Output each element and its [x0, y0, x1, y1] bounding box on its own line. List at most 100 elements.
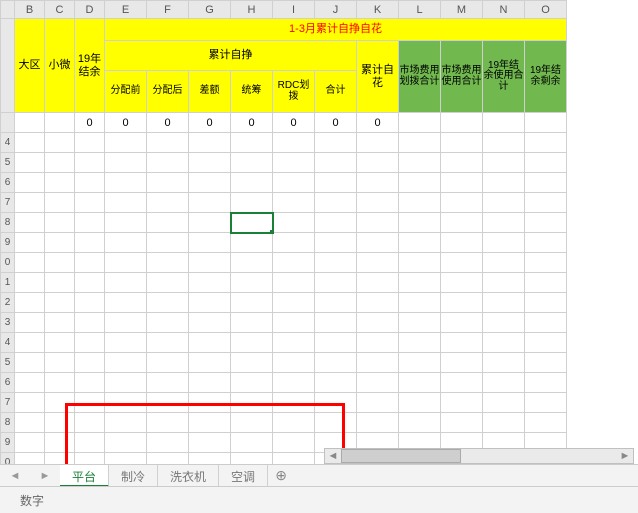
cell[interactable]	[15, 153, 45, 173]
scroll-right-icon[interactable]: ►	[617, 450, 633, 462]
col-header[interactable]: I	[273, 1, 315, 19]
cell[interactable]	[15, 253, 45, 273]
cell[interactable]	[105, 173, 147, 193]
cell[interactable]	[525, 153, 567, 173]
cell[interactable]	[231, 293, 273, 313]
cell[interactable]	[189, 213, 231, 233]
cell[interactable]	[483, 253, 525, 273]
cell[interactable]	[483, 353, 525, 373]
row-header[interactable]: 1	[1, 273, 15, 293]
tab-nav-next-icon[interactable]: ►	[40, 470, 51, 482]
cell[interactable]	[525, 173, 567, 193]
cell[interactable]	[483, 393, 525, 413]
cell[interactable]	[15, 373, 45, 393]
cell[interactable]	[483, 413, 525, 433]
cell[interactable]	[45, 353, 75, 373]
col-header[interactable]: J	[315, 1, 357, 19]
cell[interactable]	[75, 153, 105, 173]
cell[interactable]	[75, 253, 105, 273]
cell[interactable]	[105, 413, 147, 433]
cell[interactable]	[315, 373, 357, 393]
cell[interactable]	[273, 393, 315, 413]
cell[interactable]	[15, 113, 45, 133]
row-header[interactable]: 7	[1, 393, 15, 413]
cell[interactable]	[441, 173, 483, 193]
cell[interactable]	[483, 113, 525, 133]
cell[interactable]	[15, 193, 45, 213]
cell[interactable]	[399, 173, 441, 193]
row-header[interactable]	[1, 19, 15, 113]
cell[interactable]	[357, 193, 399, 213]
cell[interactable]	[273, 233, 315, 253]
sheet-tab-zhileng[interactable]: 制冷	[109, 465, 158, 486]
cell[interactable]	[357, 153, 399, 173]
cell-value[interactable]: 0	[105, 113, 147, 133]
cell[interactable]	[189, 173, 231, 193]
col-header[interactable]: H	[231, 1, 273, 19]
cell[interactable]	[231, 233, 273, 253]
cell[interactable]	[105, 333, 147, 353]
col-header[interactable]: B	[15, 1, 45, 19]
cell[interactable]	[231, 353, 273, 373]
col-header[interactable]: N	[483, 1, 525, 19]
col-header[interactable]: K	[357, 1, 399, 19]
cell[interactable]	[147, 433, 189, 453]
cell[interactable]	[441, 213, 483, 233]
cell[interactable]	[45, 313, 75, 333]
cell[interactable]	[147, 313, 189, 333]
cell[interactable]	[45, 173, 75, 193]
cell[interactable]	[45, 413, 75, 433]
cell[interactable]	[189, 373, 231, 393]
cell[interactable]	[441, 193, 483, 213]
cell[interactable]	[441, 153, 483, 173]
cell[interactable]	[75, 233, 105, 253]
cell[interactable]	[147, 233, 189, 253]
cell[interactable]	[273, 153, 315, 173]
cell[interactable]	[45, 233, 75, 253]
cell[interactable]	[357, 253, 399, 273]
cell[interactable]	[525, 373, 567, 393]
col-header[interactable]: D	[75, 1, 105, 19]
cell[interactable]	[189, 153, 231, 173]
cell[interactable]	[357, 313, 399, 333]
cell[interactable]	[357, 173, 399, 193]
cell[interactable]	[399, 253, 441, 273]
cell[interactable]	[105, 353, 147, 373]
row-header[interactable]: 6	[1, 173, 15, 193]
cell[interactable]	[105, 133, 147, 153]
cell[interactable]	[441, 133, 483, 153]
cell[interactable]	[147, 353, 189, 373]
cell[interactable]	[75, 193, 105, 213]
cell[interactable]	[75, 433, 105, 453]
cell[interactable]	[45, 153, 75, 173]
row-header[interactable]: 8	[1, 413, 15, 433]
cell-value[interactable]: 0	[189, 113, 231, 133]
col-header[interactable]: L	[399, 1, 441, 19]
col-header[interactable]: C	[45, 1, 75, 19]
cell[interactable]	[147, 153, 189, 173]
cell[interactable]	[189, 333, 231, 353]
selected-cell[interactable]	[231, 213, 273, 233]
cell[interactable]	[315, 413, 357, 433]
cell[interactable]	[15, 393, 45, 413]
cell[interactable]	[189, 253, 231, 273]
cell[interactable]	[483, 173, 525, 193]
cell-value[interactable]: 0	[357, 113, 399, 133]
cell[interactable]	[525, 413, 567, 433]
cell[interactable]	[399, 393, 441, 413]
cell[interactable]	[399, 333, 441, 353]
cell[interactable]	[147, 173, 189, 193]
cell[interactable]	[75, 273, 105, 293]
cell-value[interactable]: 0	[315, 113, 357, 133]
row-header[interactable]: 3	[1, 313, 15, 333]
cell[interactable]	[273, 433, 315, 453]
cell-value[interactable]: 0	[231, 113, 273, 133]
cell[interactable]	[525, 253, 567, 273]
cell[interactable]	[189, 293, 231, 313]
cell[interactable]	[231, 273, 273, 293]
cell[interactable]	[483, 153, 525, 173]
cell[interactable]	[399, 113, 441, 133]
cell[interactable]	[483, 373, 525, 393]
cell[interactable]	[315, 213, 357, 233]
cell[interactable]	[273, 193, 315, 213]
